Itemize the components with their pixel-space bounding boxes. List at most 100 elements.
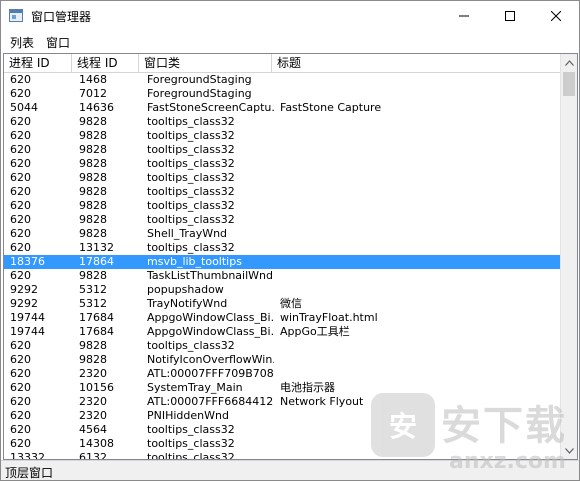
menu-item-list[interactable]: 列表 xyxy=(9,34,35,51)
table-row[interactable]: 620 4564 tooltips_class32 xyxy=(4,423,560,437)
window-list[interactable]: 进程 ID 线程 ID 窗口类 标题 620 1468 ForegroundStag… xyxy=(3,53,578,460)
table-row[interactable]: 9292 5312 popupshadow xyxy=(4,283,560,297)
table-row[interactable]: 18376 17864 msvb_lib_tooltips xyxy=(4,255,560,269)
table-row[interactable]: 19744 17684 AppgoWindowClass_Bi... winTrayF… xyxy=(4,311,560,325)
cell-class: tooltips_class32 xyxy=(147,213,235,226)
cell-tid: 9828 xyxy=(79,143,107,156)
cell-tid: 14636 xyxy=(79,101,114,114)
column-header-class[interactable]: 窗口类 xyxy=(139,54,272,72)
scroll-down-button[interactable] xyxy=(561,442,577,459)
vertical-scrollbar[interactable] xyxy=(560,54,577,459)
table-row[interactable]: 620 9828 tooltips_class32 xyxy=(4,143,560,157)
table-row[interactable]: 620 14308 tooltips_class32 xyxy=(4,437,560,451)
cell-title xyxy=(278,367,560,381)
cell-tid: 6132 xyxy=(79,451,107,460)
cell-pid: 620 xyxy=(10,339,31,352)
table-row[interactable]: 620 9828 tooltips_class32 xyxy=(4,171,560,185)
cell-class: tooltips_class32 xyxy=(147,451,235,460)
table-row[interactable]: 620 10156 SystemTray_Main 电池指示器 xyxy=(4,381,560,395)
cell-pid: 620 xyxy=(10,199,31,212)
cell-pid: 620 xyxy=(10,241,31,254)
cell-class: tooltips_class32 xyxy=(147,241,235,254)
table-row[interactable]: 620 9828 tooltips_class32 xyxy=(4,199,560,213)
cell-tid: 14308 xyxy=(79,437,114,450)
column-header-title[interactable]: 标题 xyxy=(272,54,561,72)
minimize-button[interactable] xyxy=(441,1,487,31)
cell-tid: 2320 xyxy=(79,395,107,408)
cell-pid: 13332 xyxy=(10,451,45,460)
app-window: 窗口管理器 列表 窗口 进程 ID 线程 ID 窗口类 标题 620 1468 Fo… xyxy=(0,0,580,481)
cell-tid: 9828 xyxy=(79,185,107,198)
chevron-down-icon xyxy=(564,447,574,454)
cell-title xyxy=(278,241,560,255)
cell-title xyxy=(278,283,560,297)
table-row[interactable]: 19744 17684 AppgoWindowClass_Bi... AppGo工具栏 xyxy=(4,325,560,339)
table-row[interactable]: 620 9828 tooltips_class32 xyxy=(4,185,560,199)
table-row[interactable]: 620 13132 tooltips_class32 xyxy=(4,241,560,255)
table-row[interactable]: 620 9828 tooltips_class32 xyxy=(4,157,560,171)
scroll-up-button[interactable] xyxy=(561,54,577,71)
cell-pid: 19744 xyxy=(10,311,45,324)
table-row[interactable]: 620 2320 PNIHiddenWnd xyxy=(4,409,560,423)
column-header-pid[interactable]: 进程 ID xyxy=(4,54,72,72)
cell-class: tooltips_class32 xyxy=(147,199,235,212)
table-row[interactable]: 620 9828 tooltips_class32 xyxy=(4,213,560,227)
cell-class: NotifyIconOverflowWin... xyxy=(147,353,274,366)
cell-tid: 10156 xyxy=(79,381,114,394)
cell-class: tooltips_class32 xyxy=(147,171,235,184)
cell-pid: 620 xyxy=(10,227,31,240)
cell-class: SystemTray_Main xyxy=(147,381,243,394)
cell-title xyxy=(278,199,560,213)
cell-title xyxy=(278,409,560,423)
cell-class: ForegroundStaging xyxy=(147,73,252,86)
maximize-button[interactable] xyxy=(487,1,533,31)
table-row[interactable]: 620 9828 Shell_TrayWnd xyxy=(4,227,560,241)
menu-item-window[interactable]: 窗口 xyxy=(45,34,71,51)
app-window-icon xyxy=(9,9,23,22)
cell-title xyxy=(278,213,560,227)
cell-class: tooltips_class32 xyxy=(147,437,235,450)
cell-pid: 620 xyxy=(10,115,31,128)
table-row[interactable]: 620 2320 ATL:00007FFF66844120 Network Flyou… xyxy=(4,395,560,409)
table-row[interactable]: 620 2320 ATL:00007FFF709B7080 xyxy=(4,367,560,381)
cell-class: TrayNotifyWnd xyxy=(147,297,228,310)
cell-pid: 620 xyxy=(10,73,31,86)
cell-tid: 9828 xyxy=(79,115,107,128)
table-row[interactable]: 620 7012 ForegroundStaging xyxy=(4,87,560,101)
table-row[interactable]: 620 9828 tooltips_class32 xyxy=(4,115,560,129)
cell-tid: 4564 xyxy=(79,423,107,436)
cell-title xyxy=(278,255,560,269)
cell-pid: 620 xyxy=(10,129,31,142)
table-row[interactable]: 620 9828 NotifyIconOverflowWin... xyxy=(4,353,560,367)
table-row[interactable]: 620 9828 tooltips_class32 xyxy=(4,129,560,143)
table-row[interactable]: 5044 14636 FastStoneScreenCaptu... FastSton… xyxy=(4,101,560,115)
cell-tid: 7012 xyxy=(79,87,107,100)
cell-class: PNIHiddenWnd xyxy=(147,409,229,422)
cell-class: msvb_lib_tooltips xyxy=(147,255,242,268)
cell-title xyxy=(278,87,560,101)
cell-title: Network Flyout xyxy=(280,395,364,408)
cell-title xyxy=(278,423,560,437)
cell-pid: 9292 xyxy=(10,297,38,310)
cell-title xyxy=(278,227,560,241)
scroll-thumb[interactable] xyxy=(563,72,575,96)
list-header: 进程 ID 线程 ID 窗口类 标题 xyxy=(4,54,561,73)
cell-title xyxy=(278,73,560,87)
cell-class: tooltips_class32 xyxy=(147,339,235,352)
title-bar[interactable]: 窗口管理器 xyxy=(1,1,579,31)
table-row[interactable]: 13332 6132 tooltips_class32 xyxy=(4,451,560,460)
cell-class: AppgoWindowClass_Bi... xyxy=(147,325,274,338)
cell-pid: 18376 xyxy=(10,255,45,268)
cell-title xyxy=(278,171,560,185)
column-header-tid[interactable]: 线程 ID xyxy=(72,54,139,72)
cell-class: tooltips_class32 xyxy=(147,129,235,142)
minimize-icon xyxy=(459,15,469,17)
status-bar: 顶层窗口 xyxy=(1,460,579,480)
table-row[interactable]: 620 9828 TaskListThumbnailWnd xyxy=(4,269,560,283)
cell-class: Shell_TrayWnd xyxy=(147,227,228,240)
table-row[interactable]: 9292 5312 TrayNotifyWnd 微信 xyxy=(4,297,560,311)
table-row[interactable]: 620 9828 tooltips_class32 xyxy=(4,339,560,353)
close-button[interactable] xyxy=(533,1,579,31)
table-row[interactable]: 620 1468 ForegroundStaging xyxy=(4,73,560,87)
chevron-up-icon xyxy=(564,59,574,66)
